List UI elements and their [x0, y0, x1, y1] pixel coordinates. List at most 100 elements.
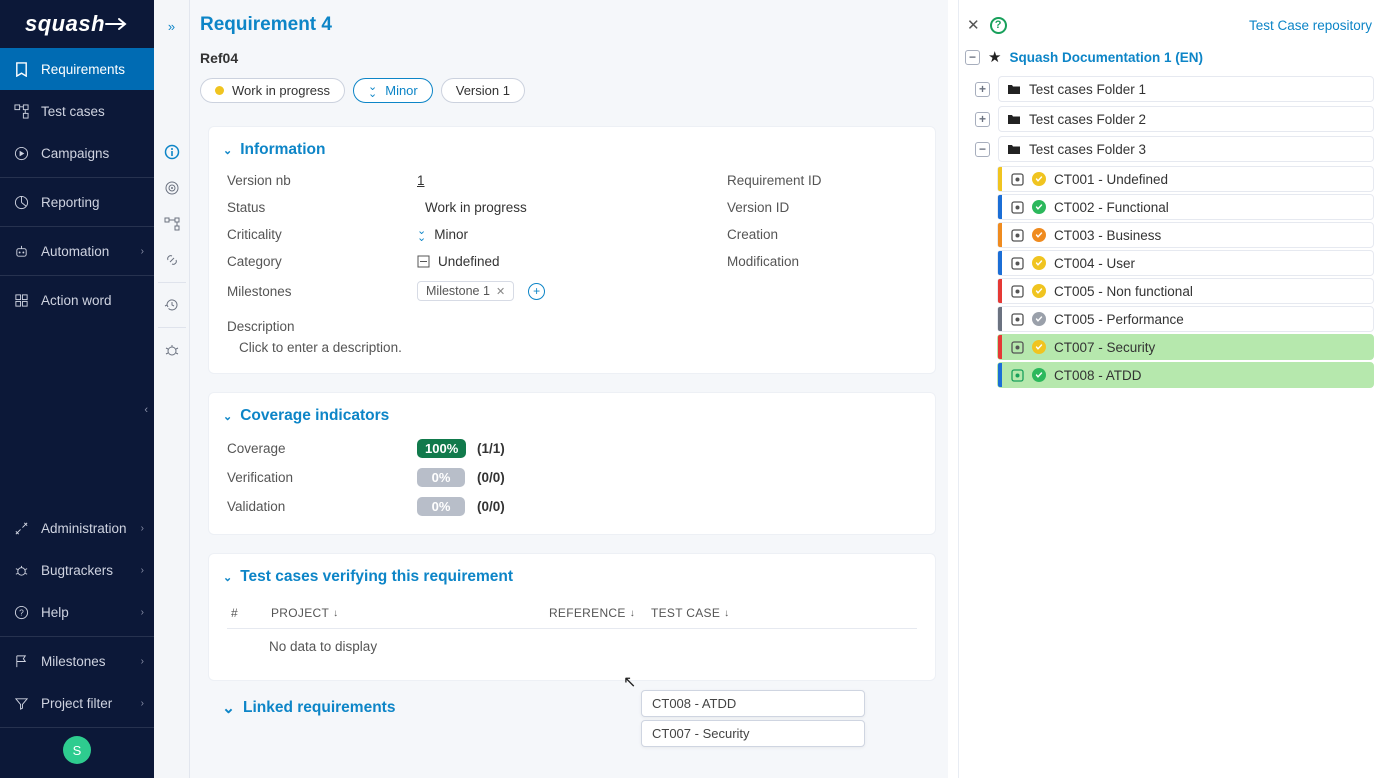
verification-badge: 0%	[417, 468, 465, 487]
tree-testcase-item[interactable]: CT005 - Performance	[997, 306, 1374, 332]
tree-testcase-item[interactable]: CT002 - Functional	[997, 194, 1374, 220]
rail-link-icon[interactable]	[154, 242, 190, 278]
tree-toggle-icon[interactable]: +	[975, 112, 990, 127]
nav-milestones[interactable]: Milestones ›	[0, 640, 154, 682]
tree-testcase-item[interactable]: CT004 - User	[997, 250, 1374, 276]
nav-requirements[interactable]: Requirements	[0, 48, 154, 90]
tree-testcase-item[interactable]: CT008 - ATDD	[997, 362, 1374, 388]
nav-label: Campaigns	[41, 146, 109, 161]
chip-label: Milestone 1	[426, 284, 490, 298]
section-toggle-testcases[interactable]: ⌄Test cases verifying this requirement	[223, 568, 917, 586]
nav-actionword[interactable]: Action word	[0, 279, 154, 321]
tree-testcase-item[interactable]: CT007 - Security	[997, 334, 1374, 360]
section-toggle-information[interactable]: ⌄Information	[223, 141, 917, 159]
square-dash-icon	[417, 255, 430, 268]
tree-root-label[interactable]: Squash Documentation 1 (EN)	[1009, 50, 1203, 65]
tree-testcase-item[interactable]: CT005 - Non functional	[997, 278, 1374, 304]
tree-collapse-root[interactable]: −	[965, 50, 980, 65]
value-category[interactable]: Undefined	[417, 254, 727, 269]
rail-bug-icon[interactable]	[154, 332, 190, 368]
nav-help[interactable]: ? Help ›	[0, 591, 154, 633]
label-modification: Modification	[727, 254, 917, 269]
chevron-right-icon: ›	[141, 607, 144, 618]
nav-automation[interactable]: Automation ›	[0, 230, 154, 272]
version-nb-link[interactable]: 1	[417, 173, 425, 188]
col-testcase[interactable]: TEST CASE↓	[651, 606, 913, 620]
pill-label: Version 1	[456, 83, 510, 98]
tree-folder[interactable]: Test cases Folder 2	[998, 106, 1374, 132]
label-creation: Creation	[727, 227, 917, 242]
criticality-pill[interactable]: ⌄⌄Minor	[353, 78, 433, 103]
tree-folder-row: + Test cases Folder 1	[975, 76, 1374, 102]
requirement-reference: Ref04	[200, 50, 930, 66]
close-panel-icon[interactable]: ✕	[967, 16, 980, 34]
label-description: Description	[227, 319, 917, 334]
folder-icon	[1007, 83, 1021, 95]
information-panel: ⌄Information Version nb 1 Requirement ID…	[208, 126, 936, 374]
testcase-type-icon	[1010, 340, 1024, 354]
value-status[interactable]: Work in progress	[417, 200, 727, 215]
value-text: Undefined	[438, 254, 500, 269]
nav-reporting[interactable]: Reporting	[0, 181, 154, 223]
nav-bugtrackers[interactable]: Bugtrackers ›	[0, 549, 154, 591]
remove-chip-icon[interactable]: ✕	[496, 285, 505, 298]
milestone-chip[interactable]: Milestone 1 ✕	[417, 281, 514, 301]
repository-link[interactable]: Test Case repository	[1249, 18, 1372, 33]
sidebar-collapse-icon[interactable]: ‹	[144, 404, 148, 416]
testcase-label: CT005 - Non functional	[1054, 284, 1193, 299]
rail-history-icon[interactable]	[154, 287, 190, 323]
tree-folder[interactable]: Test cases Folder 1	[998, 76, 1374, 102]
status-pill[interactable]: Work in progress	[200, 78, 345, 103]
rail-info-icon[interactable]	[154, 134, 190, 170]
testcase-type-icon	[1010, 312, 1024, 326]
section-toggle-coverage[interactable]: ⌄Coverage indicators	[223, 407, 917, 425]
testcase-label: CT001 - Undefined	[1054, 172, 1168, 187]
value-criticality[interactable]: ⌄⌄Minor	[417, 227, 727, 242]
tree-toggle-icon[interactable]: −	[975, 142, 990, 157]
chart-icon	[14, 195, 29, 210]
validation-fraction: (0/0)	[477, 499, 537, 514]
tree-folder-row: − Test cases Folder 3	[975, 136, 1374, 162]
tree-icon	[14, 104, 29, 119]
tree-toggle-icon[interactable]: +	[975, 82, 990, 97]
pill-label: Work in progress	[232, 83, 330, 98]
tree-testcase-item[interactable]: CT003 - Business	[997, 222, 1374, 248]
col-hash[interactable]: #	[231, 606, 271, 620]
tree-testcase-item[interactable]: CT001 - Undefined	[997, 166, 1374, 192]
coverage-panel: ⌄Coverage indicators Coverage 100% (1/1)…	[208, 392, 936, 535]
col-reference[interactable]: REFERENCE↓	[549, 606, 635, 620]
tools-icon	[14, 521, 29, 536]
nav-campaigns[interactable]: Campaigns	[0, 132, 154, 174]
coverage-badge: 100%	[417, 439, 466, 458]
chevron-down-double-icon: ⌄⌄	[368, 84, 377, 98]
nav-projectfilter[interactable]: Project filter ›	[0, 682, 154, 724]
help-circle-icon[interactable]: ?	[990, 17, 1007, 34]
folder-label: Test cases Folder 3	[1029, 142, 1146, 157]
testcase-type-icon	[1010, 368, 1024, 382]
status-circle-icon	[1032, 172, 1046, 186]
nav-label: Requirements	[41, 62, 125, 77]
label-version-nb: Version nb	[227, 173, 417, 188]
filter-icon	[14, 696, 29, 711]
star-icon[interactable]: ★	[988, 48, 1001, 66]
nav-label: Automation	[41, 244, 109, 259]
description-input[interactable]: Click to enter a description.	[227, 334, 917, 355]
testcase-label: CT007 - Security	[1054, 340, 1155, 355]
tree-folder[interactable]: Test cases Folder 3	[998, 136, 1374, 162]
version-pill[interactable]: Version 1	[441, 78, 525, 103]
add-milestone-button[interactable]: +	[528, 283, 545, 300]
label-milestones: Milestones	[227, 284, 417, 299]
color-stripe	[998, 279, 1002, 303]
rail-expand-toggle[interactable]: »	[154, 8, 190, 44]
user-avatar[interactable]: S	[63, 736, 91, 764]
label-criticality: Criticality	[227, 227, 417, 242]
nav-testcases[interactable]: Test cases	[0, 90, 154, 132]
nav-administration[interactable]: Administration ›	[0, 507, 154, 549]
col-project[interactable]: PROJECT↓	[271, 606, 551, 620]
help-icon: ?	[14, 605, 29, 620]
rail-target-icon[interactable]	[154, 170, 190, 206]
content-scroll[interactable]: ⌄Information Version nb 1 Requirement ID…	[190, 120, 948, 778]
testcase-label: CT005 - Performance	[1054, 312, 1184, 327]
rail-tree-icon[interactable]	[154, 206, 190, 242]
svg-text:?: ?	[19, 607, 24, 617]
